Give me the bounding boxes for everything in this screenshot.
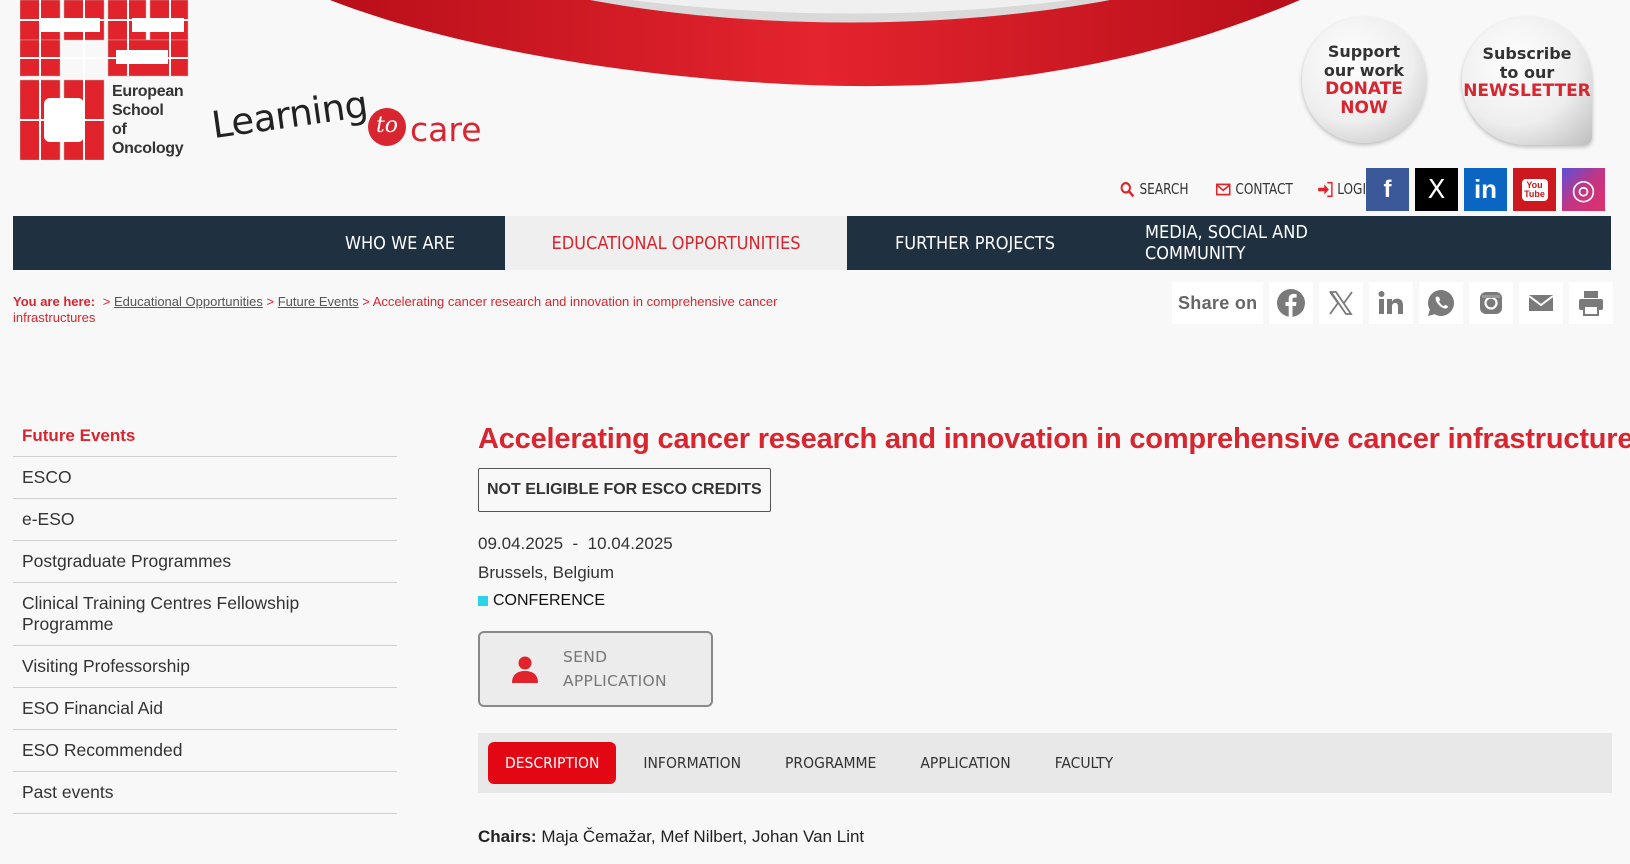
sidebar-item-eso-recommended[interactable]: ESO Recommended — [13, 730, 397, 772]
tagline-care: care — [410, 110, 482, 149]
tagline-learning: Learning — [209, 82, 371, 147]
sidebar-item-postgraduate-programmes[interactable]: Postgraduate Programmes — [13, 541, 397, 583]
header-swoosh-graphic — [330, 0, 1300, 87]
nav-media-social-community[interactable]: MEDIA, SOCIAL AND COMMUNITY — [1103, 216, 1433, 270]
share-facebook-icon[interactable] — [1269, 282, 1314, 324]
sidebar-item-future-events[interactable]: Future Events — [13, 415, 397, 457]
event-dates: 09.04.2025 - 10.04.2025 — [478, 534, 673, 553]
sign-in-icon — [1318, 181, 1333, 197]
tagline: Learning to care — [209, 83, 495, 158]
nav-educational-opportunities[interactable]: EDUCATIONAL OPPORTUNITIES — [505, 216, 847, 270]
nav-who-we-are[interactable]: WHO WE ARE — [295, 216, 505, 270]
breadcrumb-label: You are here: — [13, 294, 96, 309]
tab-information[interactable]: INFORMATION — [626, 742, 758, 784]
sidebar-item-esco[interactable]: ESCO — [13, 457, 397, 499]
facebook-icon[interactable]: f — [1366, 168, 1409, 211]
donate-bubble-button[interactable]: Support our work DONATE NOW — [1302, 17, 1426, 143]
tagline-to-badge: to — [368, 108, 406, 146]
event-tabs: DESCRIPTION INFORMATION PROGRAMME APPLIC… — [478, 733, 1612, 793]
event-detail: Accelerating cancer research and innovat… — [478, 418, 1630, 847]
share-x-icon[interactable] — [1319, 282, 1364, 324]
tab-description[interactable]: DESCRIPTION — [488, 742, 617, 784]
user-icon — [512, 656, 538, 683]
share-instagram-icon[interactable] — [1469, 282, 1514, 324]
page-title: Accelerating cancer research and innovat… — [478, 423, 1630, 455]
contact-link[interactable]: CONTACT — [1215, 180, 1293, 198]
share-email-icon[interactable] — [1519, 282, 1564, 324]
share-label: Share on — [1172, 282, 1264, 324]
share-whatsapp-icon[interactable] — [1419, 282, 1464, 324]
main-navigation: WHO WE ARE EDUCATIONAL OPPORTUNITIES FUR… — [13, 216, 1611, 270]
esco-credits-badge: NOT ELIGIBLE FOR ESCO CREDITS — [478, 468, 771, 512]
utility-links: SEARCH CONTACT LOGIN — [1112, 180, 1375, 198]
sidebar-item-e-eso[interactable]: e-ESO — [13, 499, 397, 541]
newsletter-bubble-button[interactable]: Subscribe to our NEWSLETTER — [1462, 17, 1592, 145]
event-type-color-icon — [478, 596, 488, 606]
tab-programme[interactable]: PROGRAMME — [768, 742, 893, 784]
logo-wordmark: European School of Oncology — [112, 83, 184, 157]
send-application-button[interactable]: SEND APPLICATION — [478, 631, 713, 707]
breadcrumb-educational-opportunities[interactable]: Educational Opportunities — [114, 294, 263, 309]
sidebar-item-eso-financial-aid[interactable]: ESO Financial Aid — [13, 688, 397, 730]
tab-faculty[interactable]: FACULTY — [1038, 742, 1130, 784]
sidebar-item-visiting-professorship[interactable]: Visiting Professorship — [13, 646, 397, 688]
linkedin-icon[interactable]: in — [1464, 168, 1507, 211]
sidebar-menu: Future Events ESCO e-ESO Postgraduate Pr… — [13, 415, 397, 814]
breadcrumb-future-events[interactable]: Future Events — [278, 294, 359, 309]
search-icon — [1121, 181, 1135, 197]
breadcrumb: You are here: > Educational Opportunitie… — [13, 294, 778, 325]
share-linkedin-icon[interactable] — [1369, 282, 1414, 324]
youtube-icon[interactable]: You Tube — [1513, 168, 1556, 211]
nav-further-projects[interactable]: FURTHER PROJECTS — [847, 216, 1103, 270]
x-twitter-icon[interactable]: X — [1415, 168, 1458, 211]
tab-application[interactable]: APPLICATION — [903, 742, 1027, 784]
sidebar-item-clinical-training-centres[interactable]: Clinical Training Centres Fellowship Pro… — [13, 583, 397, 646]
envelope-icon — [1215, 183, 1231, 195]
event-location: Brussels, Belgium — [478, 563, 615, 582]
instagram-icon[interactable]: ◎ — [1562, 168, 1605, 211]
site-header: European School of Oncology Learning to … — [0, 0, 1630, 211]
share-bar: Share on — [1172, 282, 1614, 324]
event-chairs: Chairs: Maja Čemažar, Mef Nilbert, Johan… — [478, 827, 865, 846]
social-links: f X in You Tube ◎ — [1366, 168, 1605, 211]
search-link[interactable]: SEARCH — [1120, 180, 1189, 198]
print-icon[interactable] — [1569, 282, 1614, 324]
sidebar-item-past-events[interactable]: Past events — [13, 772, 397, 814]
event-type: CONFERENCE — [478, 592, 1613, 610]
